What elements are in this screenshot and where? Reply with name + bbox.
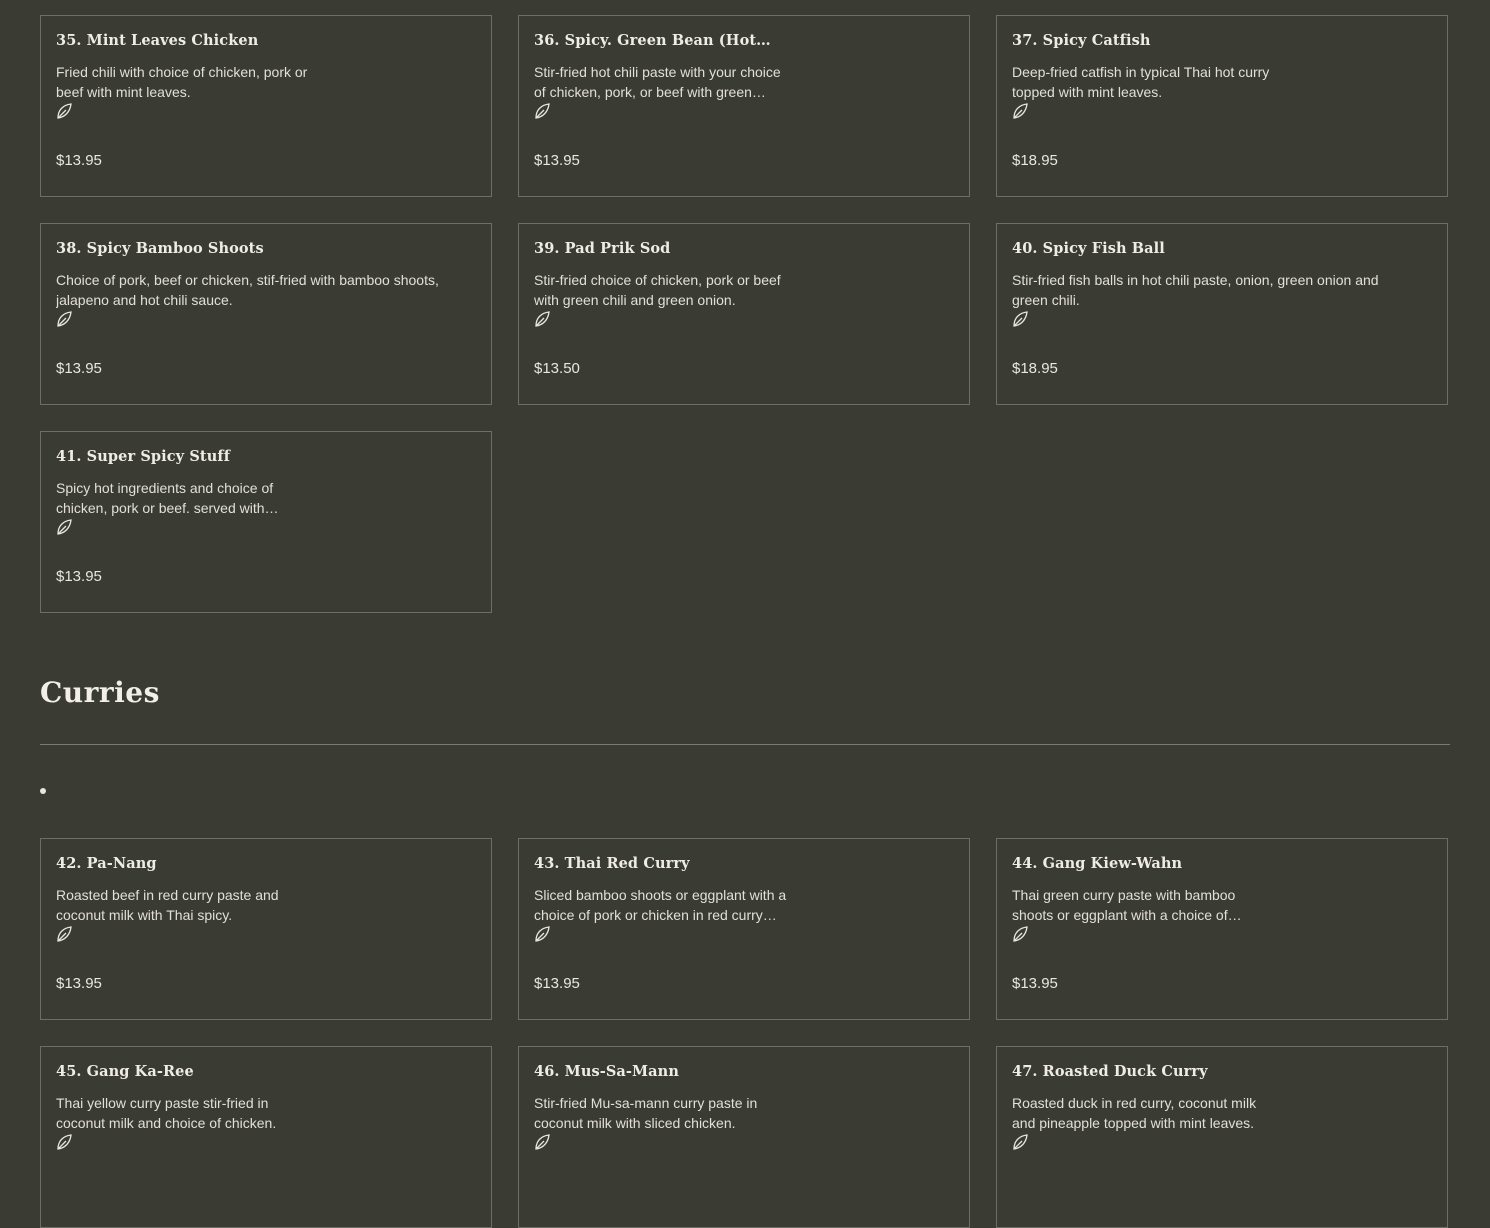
menu-item-title: 41. Super Spicy Stuff [56, 448, 231, 465]
leaf-icon [535, 103, 550, 119]
menu-item-card[interactable]: 46. Mus-Sa-Mann Stir-fried Mu-sa-mann cu… [518, 1046, 970, 1228]
menu-item-price: $18.95 [1012, 152, 1058, 169]
leaf-icon [535, 926, 550, 942]
menu-item-card[interactable]: 40. Spicy Fish Ball Stir-fried fish ball… [996, 223, 1448, 405]
menu-item-title: 44. Gang Kiew-Wahn [1012, 855, 1183, 872]
menu-item-card[interactable]: 44. Gang Kiew-Wahn Thai green curry past… [996, 838, 1448, 1020]
menu-item-card[interactable]: 41. Super Spicy Stuff Spicy hot ingredie… [40, 431, 492, 613]
leaf-icon [57, 519, 72, 535]
leaf-icon [1013, 926, 1028, 942]
menu-item-card[interactable]: 38. Spicy Bamboo Shoots Choice of pork, … [40, 223, 492, 405]
menu-item-card[interactable]: 47. Roasted Duck Curry Roasted duck in r… [996, 1046, 1448, 1228]
menu-item-card[interactable]: 43. Thai Red Curry Sliced bamboo shoots … [518, 838, 970, 1020]
menu-item-title: 43. Thai Red Curry [534, 855, 690, 872]
leaf-icon [1013, 311, 1028, 327]
menu-item-description: Roasted duck in red curry, coconut milk … [1012, 1095, 1257, 1131]
menu-item-title: 35. Mint Leaves Chicken [56, 32, 259, 49]
menu-item-title: 45. Gang Ka-Ree [56, 1063, 194, 1080]
menu-item-card[interactable]: 42. Pa-Nang Roasted beef in red curry pa… [40, 838, 492, 1020]
menu-item-title: 46. Mus-Sa-Mann [534, 1063, 679, 1080]
menu-item-card[interactable]: 39. Pad Prik Sod Stir-fried choice of ch… [518, 223, 970, 405]
menu-item-title: 37. Spicy Catfish [1012, 32, 1151, 49]
leaf-icon [57, 926, 72, 942]
menu-item-title: 39. Pad Prik Sod [534, 240, 671, 257]
menu-item-price: $13.95 [56, 568, 102, 585]
menu-item-description: Roasted beef in red curry paste and coco… [56, 887, 279, 923]
leaf-icon [535, 1134, 550, 1150]
menu-item-price: $18.95 [1012, 360, 1058, 377]
menu-item-description: Stir-fried hot chili paste with your cho… [534, 64, 781, 100]
menu-item-price: $13.95 [56, 360, 102, 377]
menu-item-description: Spicy hot ingredients and choice of chic… [56, 480, 274, 516]
menu-item-price: $13.50 [534, 360, 580, 377]
menu-item-price: $13.95 [1012, 975, 1058, 992]
leaf-icon [57, 311, 72, 327]
menu-item-description: Sliced bamboo shoots or eggplant with a … [534, 887, 787, 923]
section-title-curries: Curries [40, 676, 160, 709]
section-divider [40, 744, 1450, 745]
menu-item-description: Choice of pork, beef or chicken, stif-fr… [56, 272, 439, 308]
menu-item-card[interactable]: 36. Spicy. Green Bean (Hot Chili Paste) … [518, 15, 970, 197]
menu-item-description: Stir-fried choice of chicken, pork or be… [534, 272, 781, 308]
menu-item-description: Thai green curry paste with bamboo shoot… [1012, 887, 1236, 923]
menu-item-description: Deep-fried catfish in typical Thai hot c… [1012, 64, 1270, 100]
menu-item-title: 47. Roasted Duck Curry [1012, 1063, 1208, 1080]
menu-item-title: 40. Spicy Fish Ball [1012, 240, 1165, 257]
menu-item-description: Stir-fried fish balls in hot chili paste… [1012, 272, 1379, 308]
menu-item-card[interactable]: 35. Mint Leaves Chicken Fried chili with… [40, 15, 492, 197]
menu-item-description: Thai yellow curry paste stir-fried in co… [56, 1095, 277, 1131]
leaf-icon [57, 1134, 72, 1150]
leaf-icon [535, 311, 550, 327]
leaf-icon [57, 103, 72, 119]
bullet-dot [40, 788, 46, 794]
leaf-icon [1013, 103, 1028, 119]
leaf-icon [1013, 1134, 1028, 1150]
menu-item-description: Stir-fried Mu-sa-mann curry paste in coc… [534, 1095, 758, 1131]
menu-item-price: $13.95 [56, 975, 102, 992]
menu-item-description: Fried chili with choice of chicken, pork… [56, 64, 308, 100]
menu-item-title: 42. Pa-Nang [56, 855, 157, 872]
menu-item-title: 36. Spicy. Green Bean (Hot Chili Paste) [534, 32, 774, 49]
menu-item-price: $13.95 [56, 152, 102, 169]
menu-item-price: $13.95 [534, 975, 580, 992]
menu-item-card[interactable]: 37. Spicy Catfish Deep-fried catfish in … [996, 15, 1448, 197]
menu-item-price: $13.95 [534, 152, 580, 169]
menu-item-card[interactable]: 45. Gang Ka-Ree Thai yellow curry paste … [40, 1046, 492, 1228]
menu-item-title: 38. Spicy Bamboo Shoots [56, 240, 264, 257]
